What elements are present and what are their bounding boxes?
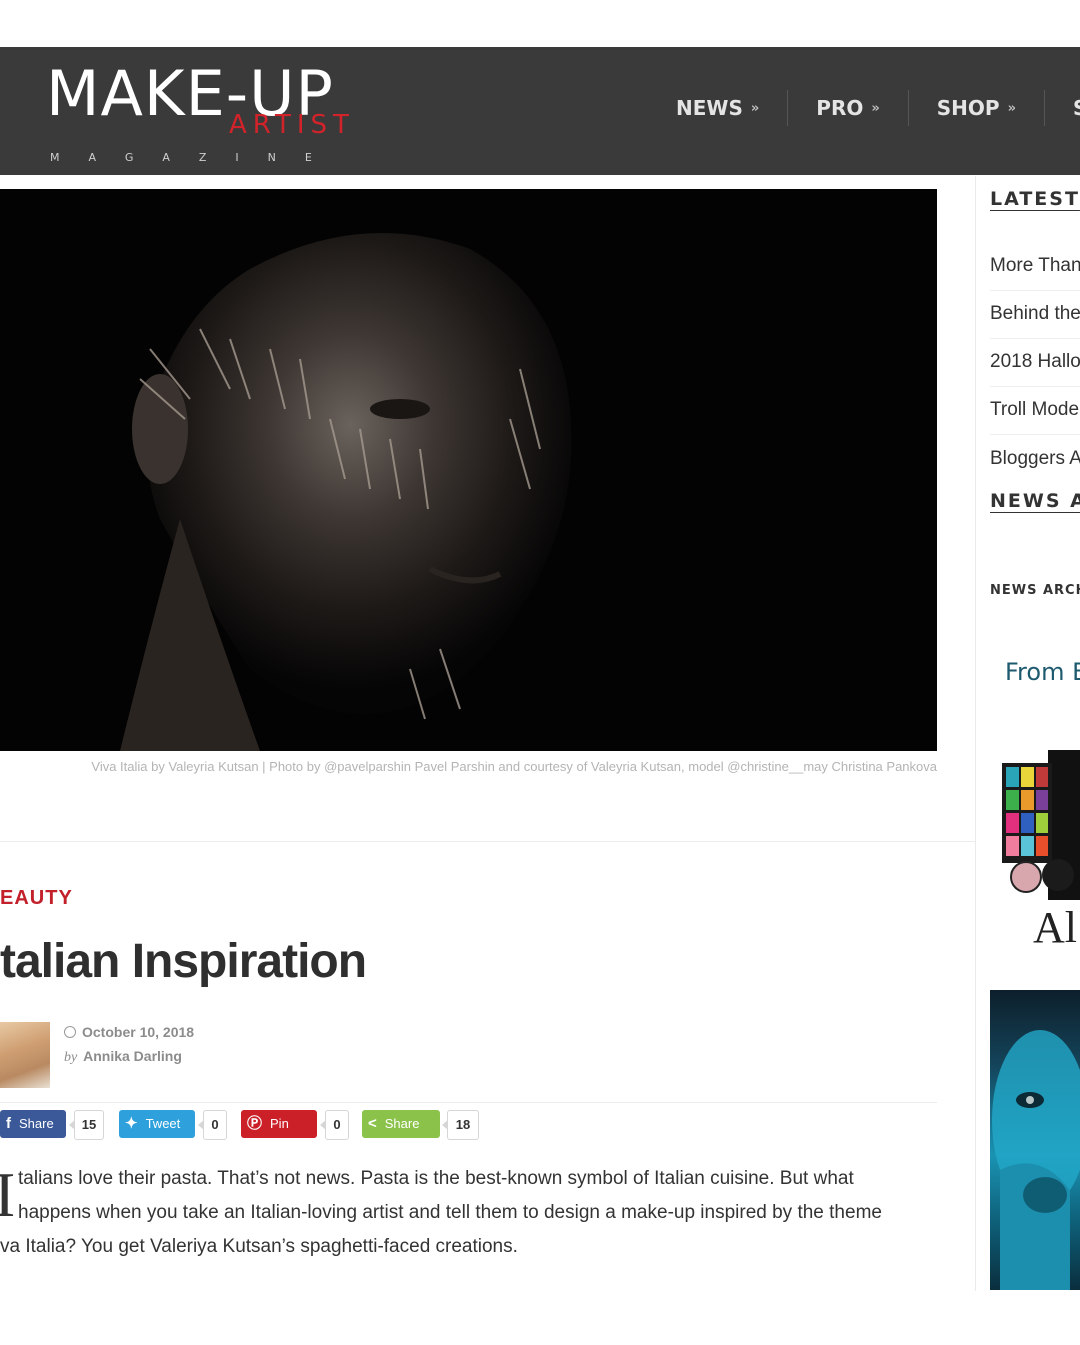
nav-item-shop[interactable]: SHOP » xyxy=(937,90,1016,126)
facebook-share-count: 15 xyxy=(69,1110,104,1140)
drop-cap: I xyxy=(0,1159,16,1230)
logo-magazine-text: MAGAZINE xyxy=(50,151,341,164)
logo-artist-text: ARTIST xyxy=(229,110,355,140)
pin-button[interactable]: Ⓟ Pin xyxy=(241,1110,317,1138)
chevron-double-down-icon: » xyxy=(1007,100,1016,116)
hero-image xyxy=(0,189,937,751)
latest-heading: LATEST xyxy=(990,188,1080,210)
nav-label: SHOP xyxy=(936,96,1000,120)
content-divider xyxy=(0,841,975,842)
facebook-icon: f xyxy=(6,1115,11,1132)
twitter-icon: ✦ xyxy=(125,1115,138,1132)
nav-label: SC xyxy=(1073,96,1080,120)
pinterest-icon: Ⓟ xyxy=(247,1115,263,1132)
list-divider xyxy=(990,338,1080,339)
list-divider xyxy=(990,290,1080,291)
body-line: happens when you take an Italian-loving … xyxy=(18,1202,882,1223)
nav-label: NEWS xyxy=(676,96,743,120)
nav-item-pro[interactable]: PRO » xyxy=(816,90,879,126)
facebook-share-button[interactable]: f Share xyxy=(0,1110,66,1138)
author-avatar[interactable] xyxy=(0,1022,50,1088)
site-logo[interactable]: MAKE-UP ARTIST MAGAZINE xyxy=(46,59,356,169)
share-label: Share xyxy=(384,1116,420,1131)
share-label: Pin xyxy=(270,1116,289,1131)
nav-divider xyxy=(1043,90,1045,126)
generic-share-button[interactable]: < Share xyxy=(362,1110,440,1138)
promo-image[interactable] xyxy=(990,990,1080,1290)
news-archive-heading: NEWS ARCHI xyxy=(990,583,1080,598)
latest-item[interactable]: Troll Mode xyxy=(990,399,1079,421)
ad-brand-text: Al xyxy=(1033,903,1077,952)
promo-graphic xyxy=(992,1030,1080,1290)
chevron-double-down-icon: » xyxy=(750,100,760,116)
list-divider xyxy=(990,434,1080,435)
tweet-button[interactable]: ✦ Tweet xyxy=(119,1110,195,1138)
meta-divider xyxy=(0,1102,937,1103)
body-line: va Italia? You get Valeriya Kutsan’s spa… xyxy=(0,1236,518,1257)
nav-item-news[interactable]: NEWS » xyxy=(676,90,759,126)
latest-item[interactable]: Behind the xyxy=(990,303,1080,325)
latest-item[interactable]: 2018 Hallo xyxy=(990,351,1080,373)
nav-label: PRO xyxy=(816,96,864,120)
article-title: talian Inspiration xyxy=(0,935,367,988)
nav-divider xyxy=(787,90,789,126)
share-label: Share xyxy=(19,1116,54,1131)
from-heading: From E xyxy=(1005,658,1080,686)
share-label: Tweet xyxy=(145,1116,181,1131)
tweet-count: 0 xyxy=(198,1110,227,1140)
clock-icon xyxy=(64,1026,76,1038)
main-nav: NEWS » PRO » SHOP » SC xyxy=(676,90,1080,126)
hero-caption: Viva Italia by Valeyria Kutsan | Photo b… xyxy=(91,759,937,774)
site-header: MAKE-UP ARTIST MAGAZINE NEWS » PRO » SHO… xyxy=(0,47,1080,175)
nav-divider xyxy=(907,90,909,126)
latest-item[interactable]: Bloggers A xyxy=(990,448,1080,470)
hero-photo xyxy=(0,189,937,751)
category-link[interactable]: EAUTY xyxy=(0,887,73,910)
chevron-double-down-icon: » xyxy=(871,100,880,116)
news-archive-link[interactable]: NEWS AI xyxy=(990,490,1080,512)
palette-graphic xyxy=(1002,750,1080,900)
latest-item[interactable]: More Than xyxy=(990,255,1080,277)
list-divider xyxy=(990,386,1080,387)
body-line: talians love their pasta. That’s not new… xyxy=(18,1168,854,1189)
generic-share-count: 18 xyxy=(442,1110,479,1140)
pin-count: 0 xyxy=(320,1110,349,1140)
author-link[interactable]: Annika Darling xyxy=(83,1048,182,1064)
publish-date: October 10, 2018 xyxy=(64,1024,194,1040)
nav-item-sc[interactable]: SC xyxy=(1073,90,1080,126)
byline: by Annika Darling xyxy=(64,1048,182,1066)
date-text: October 10, 2018 xyxy=(82,1024,195,1040)
byline-prefix: by xyxy=(64,1050,78,1065)
share-icon: < xyxy=(368,1115,377,1132)
sidebar-divider xyxy=(975,176,976,1291)
